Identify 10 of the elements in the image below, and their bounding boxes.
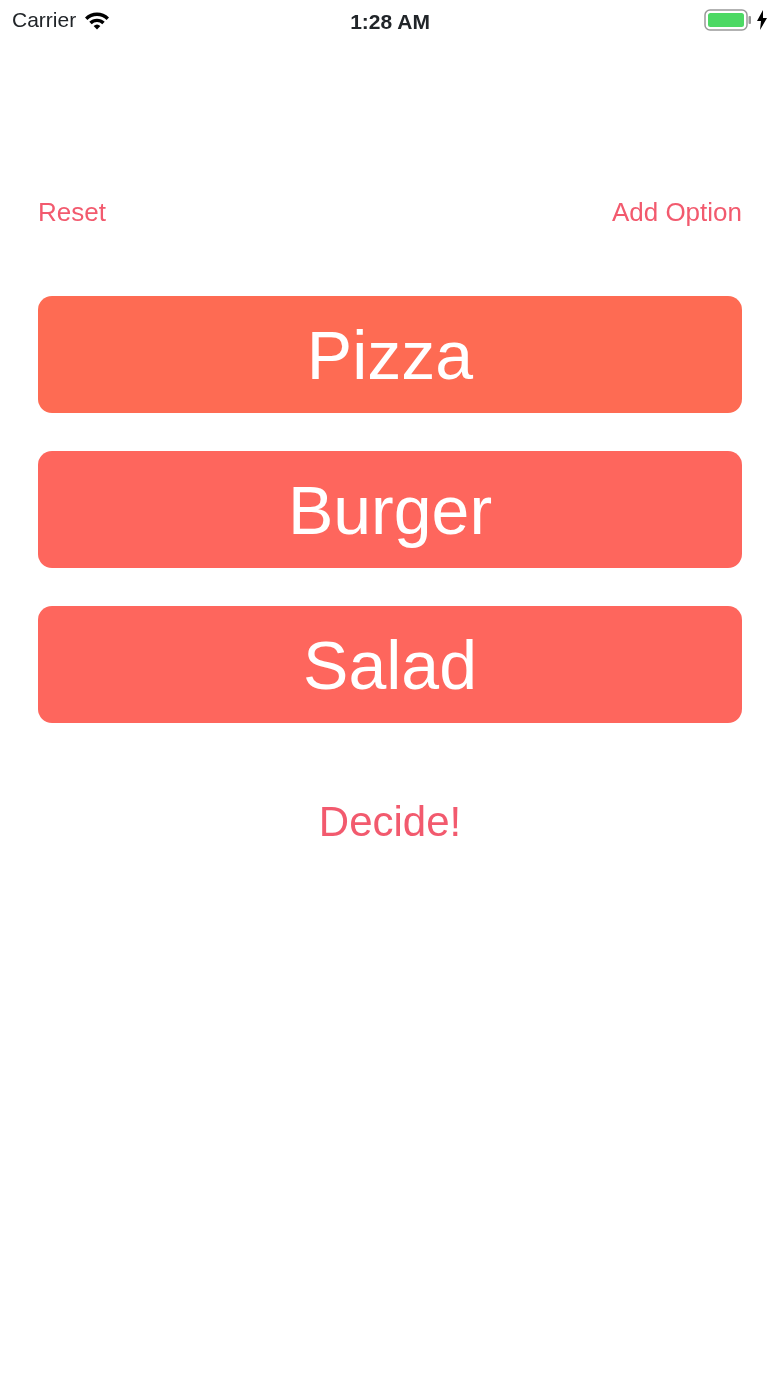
battery-icon [704,9,752,31]
carrier-label: Carrier [12,7,77,34]
wifi-icon [84,10,111,30]
option-button[interactable]: Pizza [38,296,742,414]
option-button[interactable]: Salad [38,606,742,724]
reset-button[interactable]: Reset [38,197,106,229]
option-button[interactable]: Burger [38,451,742,569]
add-option-button[interactable]: Add Option [611,197,742,229]
decide-button[interactable]: Decide! [318,797,462,848]
clock-time: 1:28 AM [350,9,430,35]
